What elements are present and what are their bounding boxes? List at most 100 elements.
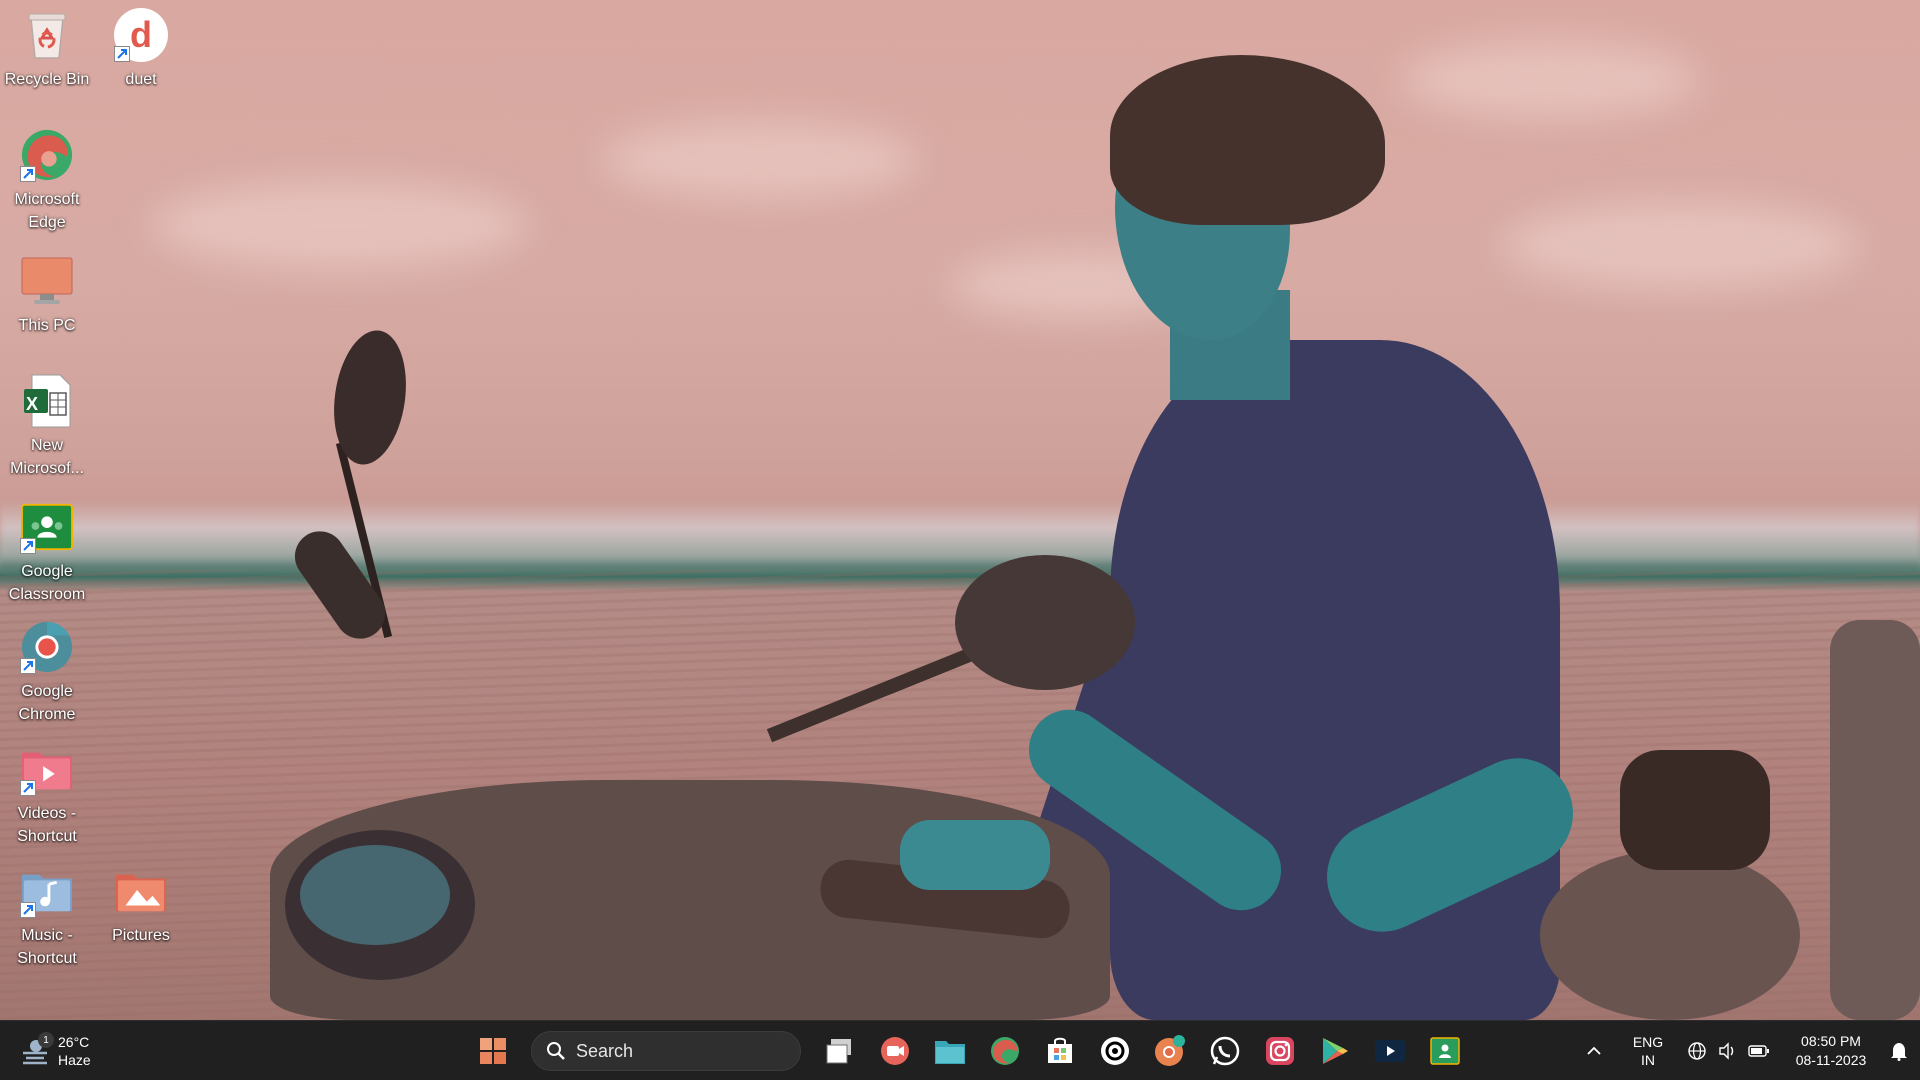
desktop-icon-label: This PC	[18, 317, 76, 334]
classroom-icon	[20, 500, 74, 554]
taskbar-app-chrome-canary[interactable]	[1147, 1029, 1192, 1073]
taskbar-app-edge[interactable]	[982, 1029, 1027, 1073]
weather-info: 26°C Haze	[58, 1033, 91, 1069]
network-button[interactable]	[1682, 1029, 1712, 1073]
desktop-icon-duet[interactable]: d duet	[94, 8, 188, 91]
search-icon	[547, 1042, 565, 1060]
shortcut-arrow-icon	[20, 902, 36, 918]
meet-icon	[880, 1037, 909, 1065]
desktop-icon-videos-shortcut[interactable]: Videos - Shortcut	[0, 742, 94, 848]
desktop-icon-this-pc[interactable]: This PC	[0, 254, 94, 337]
taskbar-app-file-explorer[interactable]	[927, 1029, 972, 1073]
taskbar-app-threads[interactable]	[1092, 1029, 1137, 1073]
desktop-icon-label: Videos - Shortcut	[17, 805, 77, 845]
person-hand	[900, 820, 1050, 890]
monitor-icon	[20, 254, 74, 308]
desktop-icon-label: New Microsof...	[10, 437, 84, 477]
weather-widget[interactable]: 1 26°C Haze	[20, 1029, 110, 1073]
desktop-icon-pictures[interactable]: Pictures	[94, 864, 188, 947]
taskbar-app-classroom[interactable]	[1422, 1029, 1467, 1073]
taskbar-app-play-store[interactable]	[1312, 1029, 1357, 1073]
desktop-icon-label: Microsoft Edge	[14, 191, 80, 231]
shortcut-arrow-icon	[114, 46, 130, 62]
videos-folder-icon	[20, 742, 74, 796]
prime-video-icon	[1374, 1040, 1405, 1062]
taskbar-app-meet[interactable]	[872, 1029, 917, 1073]
weather-temperature: 26°C	[58, 1034, 90, 1050]
shortcut-arrow-icon	[20, 658, 36, 674]
wallpaper-cloud	[150, 180, 530, 270]
taskbar-app-prime-video[interactable]	[1367, 1029, 1412, 1073]
edge-icon	[20, 128, 74, 182]
desktop-icon-label: Music - Shortcut	[17, 927, 77, 967]
threads-icon	[1100, 1037, 1129, 1065]
wallpaper-cloud	[1500, 200, 1860, 290]
pictures-folder-icon	[114, 864, 168, 918]
desktop-icon-music-shortcut[interactable]: Music - Shortcut	[0, 864, 94, 970]
search-label: Search	[576, 1040, 634, 1061]
desktop-icon-label: Google Chrome	[18, 683, 76, 723]
music-folder-icon	[20, 864, 74, 918]
volume-icon	[1719, 1042, 1734, 1060]
battery-button[interactable]	[1742, 1029, 1776, 1073]
clock-time: 08:50 PM	[1801, 1033, 1861, 1049]
desktop-icon-label: Google Classroom	[8, 563, 86, 603]
bike-mirror	[955, 555, 1135, 690]
desktop-icon-microsoft-edge[interactable]: Microsoft Edge	[0, 128, 94, 234]
start-icon	[479, 1038, 506, 1064]
classroom-icon	[1429, 1037, 1460, 1065]
edge-icon	[990, 1037, 1019, 1065]
microsoft-store-icon	[1047, 1037, 1072, 1063]
system-tray: ENG IN 08:50 PM 08-11-2023	[1574, 1021, 1920, 1080]
task-view-icon	[826, 1039, 851, 1064]
excel-icon: X	[20, 374, 74, 428]
bell-icon	[1891, 1043, 1907, 1061]
bike-seat	[1540, 850, 1800, 1020]
person-hair	[1110, 55, 1385, 225]
weather-notification-badge: 1	[38, 1032, 54, 1048]
desktop-icon-google-classroom[interactable]: Google Classroom	[0, 500, 94, 606]
chrome-icon	[20, 620, 74, 674]
whatsapp-icon	[1210, 1036, 1239, 1066]
clock-date: 08-11-2023	[1795, 1052, 1867, 1068]
taskbar-center: Search	[470, 1029, 1467, 1073]
show-hidden-icons-button[interactable]	[1574, 1029, 1614, 1073]
bike-seat	[1620, 750, 1770, 870]
notifications-button[interactable]	[1884, 1029, 1914, 1073]
shortcut-arrow-icon	[20, 166, 36, 182]
language-indicator[interactable]: ENG IN	[1622, 1029, 1674, 1073]
language-code: ENG	[1632, 1034, 1664, 1050]
desktop-icon-label: Recycle Bin	[4, 71, 90, 88]
desktop-icon-new-microsoft-excel[interactable]: X New Microsof...	[0, 374, 94, 480]
excel-logo-letter: X	[26, 394, 39, 414]
taskbar: 1 26°C Haze Search ENG IN 08:50 PM 08-11…	[0, 1020, 1920, 1080]
bike-gauge-face	[300, 845, 450, 945]
bike-body	[1830, 620, 1920, 1020]
desktop-icon-label: duet	[125, 71, 157, 88]
taskbar-app-microsoft-store[interactable]	[1037, 1029, 1082, 1073]
clock-button[interactable]: 08:50 PM 08-11-2023	[1786, 1029, 1876, 1073]
recycle-bin-icon	[20, 8, 74, 62]
chevron-up-icon	[1587, 1046, 1601, 1055]
file-explorer-icon	[934, 1041, 965, 1064]
desktop-wallpaper	[0, 0, 1920, 1020]
start-button[interactable]	[470, 1029, 515, 1073]
region-code: IN	[1641, 1052, 1655, 1068]
taskbar-search[interactable]: Search	[531, 1031, 801, 1071]
wallpaper-cloud	[600, 120, 920, 200]
weather-haze-icon: 1	[20, 1032, 54, 1066]
play-store-icon	[1322, 1038, 1348, 1064]
desktop-icon-recycle-bin[interactable]: Recycle Bin	[0, 8, 94, 91]
chrome-canary-icon	[1154, 1035, 1185, 1066]
battery-icon	[1748, 1045, 1769, 1057]
desktop-icon-label: Pictures	[112, 927, 170, 944]
taskbar-app-instagram[interactable]	[1257, 1029, 1302, 1073]
wallpaper-cloud	[1400, 40, 1700, 120]
volume-button[interactable]	[1712, 1029, 1742, 1073]
task-view-button[interactable]	[817, 1029, 862, 1073]
desktop-icon-google-chrome[interactable]: Google Chrome	[0, 620, 94, 726]
instagram-icon	[1265, 1037, 1294, 1065]
taskbar-app-whatsapp[interactable]	[1202, 1029, 1247, 1073]
weather-condition: Haze	[58, 1052, 91, 1068]
duet-icon: d	[114, 8, 168, 62]
